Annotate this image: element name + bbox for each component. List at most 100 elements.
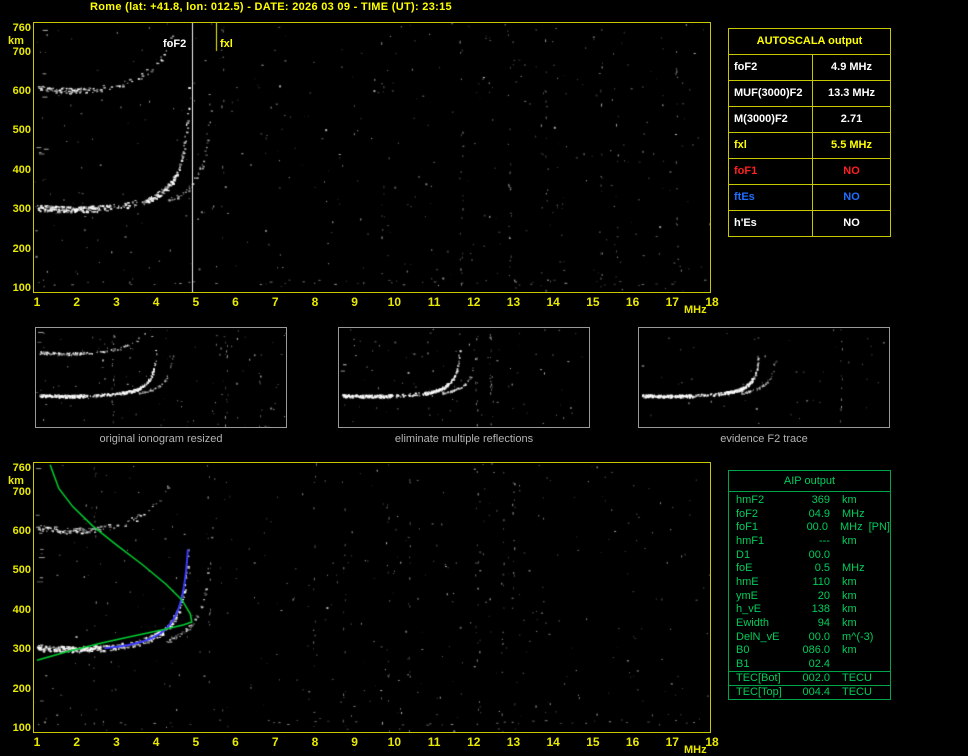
- y-tick-label: 600: [12, 85, 31, 98]
- x-tick-label: 10: [387, 295, 402, 309]
- y-tick-label: 700: [12, 485, 31, 498]
- thumbnail-caption: original ionogram resized: [99, 433, 223, 445]
- aip-parameter-unit: km: [842, 589, 857, 602]
- aip-row: foE 0.5 MHz: [729, 561, 890, 575]
- fof2-marker-label: foF2: [163, 38, 187, 50]
- autoscala-row: h'Es NO: [729, 210, 890, 236]
- aip-parameter-value: 04.9: [808, 507, 830, 520]
- autoscala-table-title: AUTOSCALA output: [756, 35, 863, 47]
- aip-parameter-flag: [PN]: [868, 521, 890, 534]
- aip-row: foF2 04.9 MHz: [729, 507, 890, 521]
- y-tick-label: 400: [12, 163, 31, 176]
- thumbnail-ionogram: [638, 327, 890, 428]
- aip-parameter-name: Ewidth: [736, 617, 770, 630]
- x-tick-label: 18: [705, 295, 719, 309]
- x-tick-label: 8: [311, 735, 319, 749]
- aip-tec-section: TEC[Bot] 002.0 TECU TEC[Top] 004.4 TECU: [729, 670, 890, 699]
- tec-parameter-name: TEC[Top]: [736, 686, 782, 699]
- parameter-name: fxl: [729, 133, 813, 158]
- aip-parameter-unit: km: [842, 617, 857, 630]
- aip-row: B0 086.0 km: [729, 644, 890, 658]
- x-tick-label: 4: [152, 295, 160, 309]
- y-tick-label: 760: [12, 462, 31, 474]
- bottom-ionogram-canvas: [34, 463, 710, 732]
- y-tick-label: 700: [12, 45, 31, 58]
- aip-row: ymE 20 km: [729, 589, 890, 603]
- top-ionogram-canvas: [34, 23, 710, 292]
- aip-output-table: AIP output hmF2 369 km foF2 04.9 MHz foF1 00.0 M…: [728, 470, 891, 700]
- x-tick-label: 2: [73, 735, 81, 749]
- autoscala-row: foF2 4.9 MHz: [729, 54, 890, 80]
- y-tick-label: 300: [12, 203, 31, 216]
- x-tick-label: 17: [665, 735, 679, 749]
- x-tick-label: 11: [427, 295, 441, 309]
- aip-parameter-value: ---: [819, 534, 830, 547]
- aip-parameter-name: B1: [736, 658, 750, 671]
- aip-parameter-unit: MHz: [839, 521, 863, 534]
- aip-parameter-name: D1: [736, 548, 751, 561]
- autoscala-row: fxl 5.5 MHz: [729, 132, 890, 158]
- x-tick-label: 9: [351, 295, 358, 309]
- parameter-value: NO: [843, 165, 860, 177]
- parameter-name: foF2: [729, 55, 813, 80]
- x-tick-label: 10: [387, 735, 402, 749]
- x-tick-label: 18: [705, 735, 719, 749]
- y-tick-label: 760: [12, 22, 31, 34]
- parameter-name: foF1: [729, 159, 813, 184]
- aip-row: DelN_vE 00.0 m^(-3): [729, 630, 890, 644]
- aip-row: hmE 110 km: [729, 575, 890, 589]
- x-tick-label: 6: [232, 295, 239, 309]
- aip-parameter-unit: km: [842, 493, 857, 506]
- thumbnail-caption: evidence F2 trace: [720, 433, 808, 445]
- y-tick-label: 600: [12, 525, 31, 538]
- thumbnail-caption: eliminate multiple reflections: [394, 433, 534, 445]
- x-tick-label: 7: [271, 735, 279, 749]
- y-tick-label: 200: [12, 242, 31, 255]
- thumbnail-canvas: [339, 328, 589, 427]
- tec-parameter-value: 002.0: [802, 672, 830, 685]
- aip-parameter-unit: km: [842, 644, 857, 657]
- top-ionogram-plot: foF2 fxl: [33, 22, 711, 293]
- aip-row: h_vE 138 km: [729, 603, 890, 617]
- aip-parameter-name: B0: [736, 644, 750, 657]
- x-tick-label: 3: [113, 735, 120, 749]
- aip-parameter-name: foE: [736, 562, 753, 575]
- parameter-value: NO: [843, 191, 860, 203]
- aip-parameter-value: 02.4: [808, 658, 830, 671]
- thumbnail-ionogram: [338, 327, 590, 428]
- aip-parameter-unit: MHz: [842, 507, 865, 520]
- x-tick-label: 1: [33, 295, 41, 309]
- y-tick-label: 500: [12, 124, 31, 137]
- parameter-value: 13.3 MHz: [827, 87, 876, 99]
- aip-table-title: AIP output: [729, 471, 890, 492]
- aip-parameter-unit: km: [842, 534, 857, 547]
- aip-parameter-name: ymE: [736, 589, 758, 602]
- x-tick-label: 14: [546, 295, 560, 309]
- aip-table-body: hmF2 369 km foF2 04.9 MHz foF1 00.0 MHz [PN] hmF1-…: [729, 492, 890, 671]
- x-tick-label: 17: [665, 295, 679, 309]
- y-tick-label: 200: [12, 682, 31, 695]
- aip-parameter-value: 00.0: [806, 521, 828, 534]
- y-tick-label: 400: [12, 603, 31, 616]
- parameter-value: 4.9 MHz: [831, 61, 872, 73]
- aip-parameter-value: 20: [817, 589, 830, 602]
- x-tick-label: 5: [192, 735, 200, 749]
- aip-parameter-name: foF1: [736, 521, 759, 534]
- aip-row: D1 00.0: [729, 548, 890, 562]
- x-tick-label: 5: [192, 295, 200, 309]
- y-tick-label: 100: [12, 722, 31, 734]
- aip-parameter-value: 138: [811, 603, 830, 616]
- autoscala-row: M(3000)F2 2.71: [729, 106, 890, 132]
- parameter-name: h'Es: [729, 211, 813, 236]
- aip-parameter-value: 0.5: [814, 562, 830, 575]
- thumbnail-ionogram: [35, 327, 287, 428]
- top-plot-mhz-label: MHz: [684, 304, 707, 316]
- x-tick-label: 2: [73, 295, 81, 309]
- bottom-ionogram-plot: [33, 462, 711, 733]
- parameter-name: MUF(3000)F2: [729, 81, 813, 106]
- aip-parameter-name: foF2: [736, 507, 759, 520]
- aip-row: hmF1 --- km: [729, 534, 890, 548]
- aip-parameter-unit: km: [842, 575, 857, 588]
- x-tick-label: 4: [152, 735, 160, 749]
- parameter-value: 5.5 MHz: [831, 139, 872, 151]
